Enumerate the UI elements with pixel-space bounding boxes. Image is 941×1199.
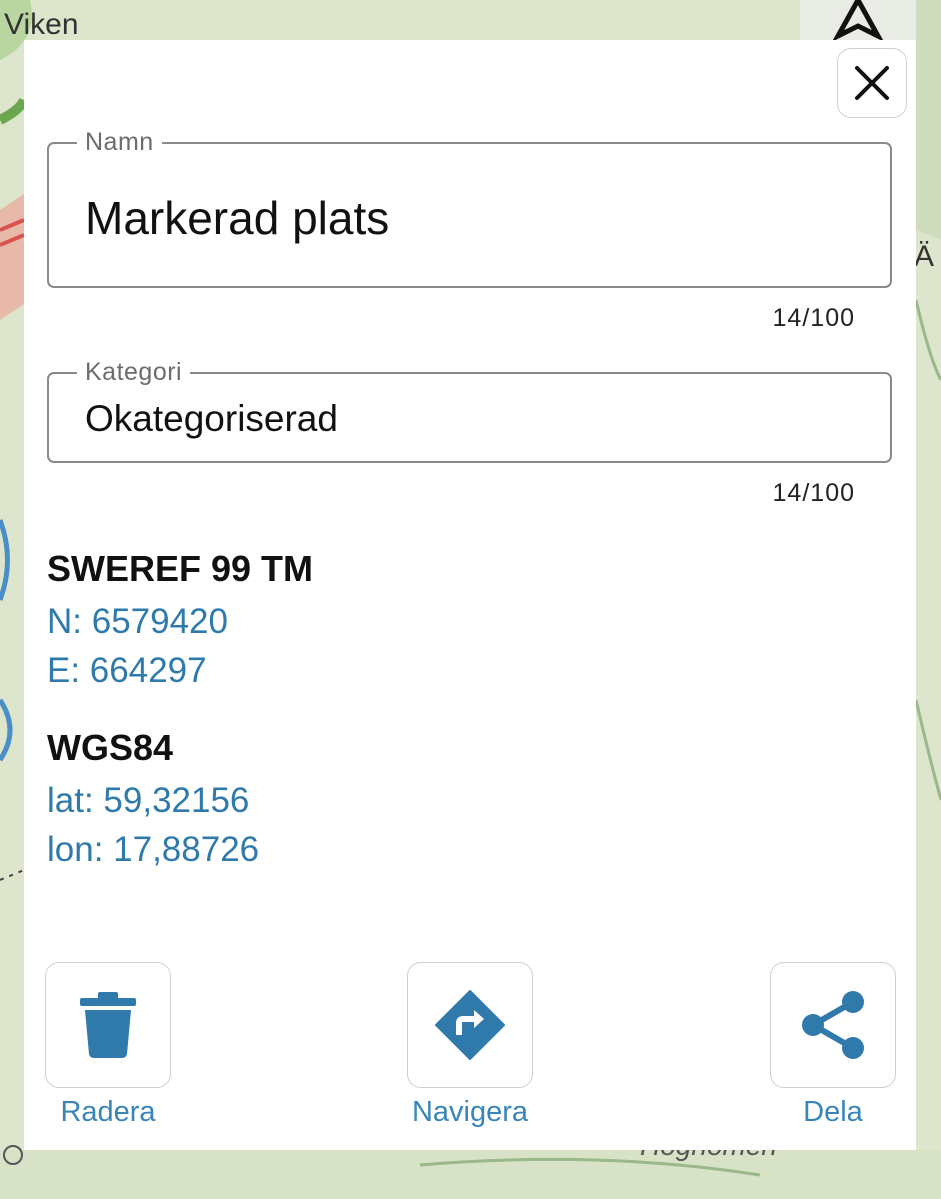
- share-icon: [802, 991, 864, 1059]
- share-label[interactable]: Dela: [803, 1096, 863, 1129]
- map-label-viken: Viken: [4, 8, 79, 41]
- name-field-value[interactable]: Markerad plats: [85, 191, 389, 245]
- close-icon: [855, 66, 889, 100]
- share-button[interactable]: [770, 962, 896, 1088]
- category-char-counter: 14/100: [772, 479, 855, 507]
- sweref-title: SWEREF 99 TM: [47, 548, 314, 589]
- close-button[interactable]: [837, 48, 907, 118]
- name-field[interactable]: Namn Markerad plats: [47, 127, 892, 288]
- name-char-counter: 14/100: [772, 304, 855, 332]
- share-action[interactable]: Dela: [770, 962, 896, 1128]
- map-label-partial: Ä: [914, 240, 935, 273]
- navigate-label[interactable]: Navigera: [412, 1096, 528, 1129]
- wgs84-title: WGS84: [47, 727, 174, 768]
- navigate-button[interactable]: [407, 962, 533, 1088]
- directions-icon: [435, 990, 505, 1060]
- delete-label[interactable]: Radera: [60, 1096, 155, 1129]
- delete-action[interactable]: Radera: [45, 962, 171, 1128]
- category-field-value[interactable]: Okategoriserad: [85, 398, 338, 440]
- delete-button[interactable]: [45, 962, 171, 1088]
- category-field-label: Kategori: [77, 357, 191, 387]
- sweref-north[interactable]: N: 6579420: [47, 602, 228, 642]
- trash-icon: [80, 992, 136, 1058]
- name-field-label: Namn: [77, 127, 162, 157]
- wgs84-lat[interactable]: lat: 59,32156: [47, 781, 249, 821]
- navigate-action[interactable]: Navigera: [407, 962, 533, 1128]
- wgs84-lon[interactable]: lon: 17,88726: [47, 830, 259, 870]
- category-field[interactable]: Kategori Okategoriserad: [47, 357, 892, 463]
- place-details-dialog: Namn Markerad plats 14/100 Kategori Okat…: [24, 40, 916, 1150]
- sweref-east[interactable]: E: 664297: [47, 651, 207, 691]
